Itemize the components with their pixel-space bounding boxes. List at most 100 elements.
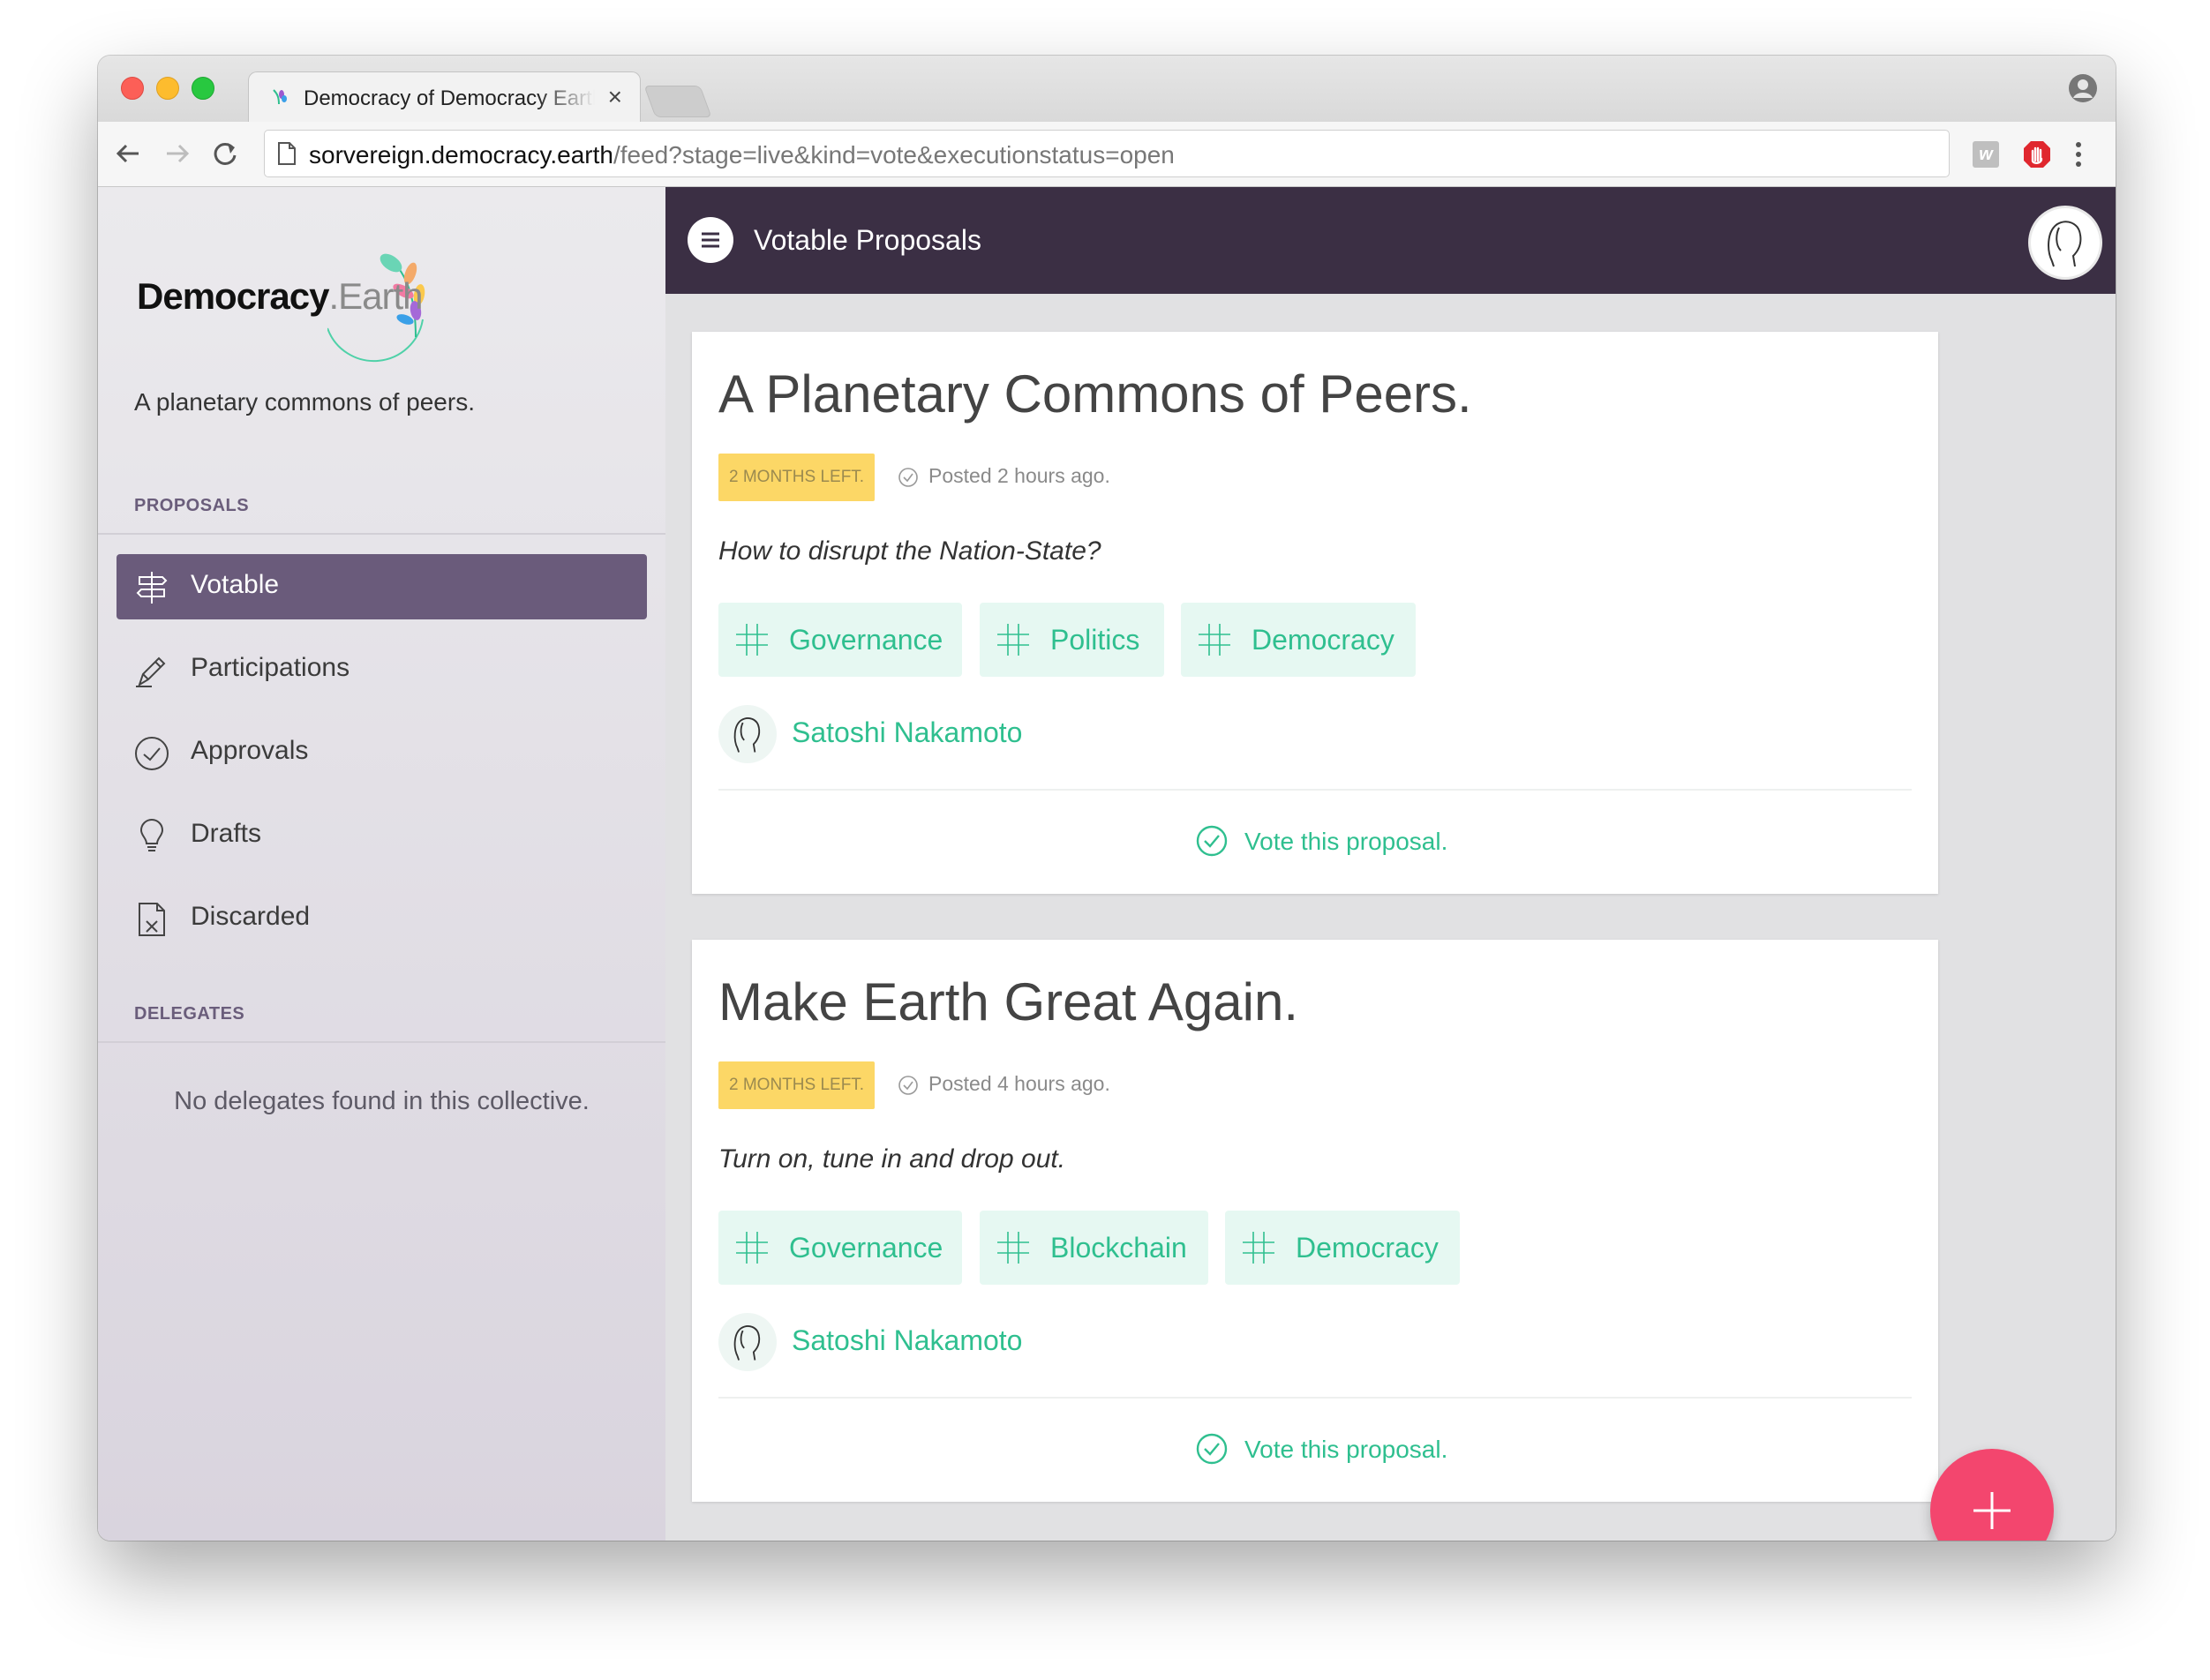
check-circle-icon: [1196, 1433, 1228, 1465]
sidebar-item-label: Drafts: [191, 819, 262, 848]
discarded-document-icon: [139, 903, 165, 936]
vote-label: Vote this proposal.: [1244, 828, 1448, 855]
signpost-icon: [136, 572, 168, 604]
time-left-badge: 2 MONTHS LEFT.: [718, 1061, 876, 1109]
proposal-description: Turn on, tune in and drop out.: [718, 1144, 1066, 1174]
sidebar-item-label: Approvals: [191, 736, 309, 765]
avatar-head-icon: [733, 1325, 761, 1361]
main-content: Votable Proposals A Planetary Commons of…: [665, 187, 2116, 1541]
tag-democracy[interactable]: Democracy: [1225, 1211, 1460, 1285]
tag-label: Democracy: [1252, 624, 1394, 656]
proposal-card[interactable]: A Planetary Commons of Peers. 2 MONTHS L…: [692, 332, 1938, 894]
hashtag-icon: [736, 1232, 768, 1264]
user-avatar[interactable]: [2031, 208, 2100, 277]
address-bar[interactable]: sorvereign.democracy.earth/feed?stage=li…: [264, 130, 1950, 177]
check-circle-icon: [1196, 825, 1228, 857]
sidebar-item-label: Participations: [191, 653, 350, 682]
logo-wordmark-bold: Democracy: [137, 275, 329, 317]
hashtag-icon: [1243, 1232, 1274, 1264]
tag-governance[interactable]: Governance: [718, 603, 962, 677]
more-menu-icon[interactable]: [2071, 139, 2086, 169]
posted-time: Posted 4 hours ago.: [928, 1072, 1110, 1095]
posted-time: Posted 2 hours ago.: [928, 464, 1110, 487]
hashtag-icon: [736, 624, 768, 656]
vote-label: Vote this proposal.: [1244, 1436, 1448, 1463]
zoom-window-button[interactable]: [192, 77, 214, 100]
time-left-badge: 2 MONTHS LEFT.: [718, 454, 876, 501]
sidebar-item-participations[interactable]: Participations: [117, 637, 647, 702]
democracy-earth-favicon-icon: [273, 89, 287, 105]
avatar-head-icon: [733, 717, 761, 753]
sidebar-item-label: Votable: [191, 570, 280, 599]
logo-wordmark[interactable]: Democracy.Earth: [137, 275, 424, 318]
proposal-description: How to disrupt the Nation-State?: [718, 536, 1101, 566]
sidebar-item-approvals[interactable]: Approvals: [117, 720, 647, 785]
url-domain: sorvereign.democracy.earth: [309, 141, 613, 169]
close-window-button[interactable]: [121, 77, 144, 100]
new-tab-button[interactable]: [643, 86, 712, 117]
tagline: A planetary commons of peers.: [134, 388, 475, 416]
check-circle-icon: [135, 737, 169, 770]
tag-label: Governance: [789, 624, 943, 656]
author-avatar[interactable]: [718, 705, 777, 763]
tab-strip: Democracy of Democracy Earth ×: [98, 56, 2116, 123]
sidebar-item-discarded[interactable]: Discarded: [117, 886, 647, 951]
stop-hand-extension-icon[interactable]: [2022, 139, 2052, 169]
sidebar: Democracy.Earth A planetary commons of p…: [98, 187, 665, 1541]
sidebar-item-label: Discarded: [191, 902, 311, 931]
delegates-section-label: DELEGATES: [134, 1004, 245, 1024]
menu-button[interactable]: [688, 217, 733, 263]
browser-window: Democracy of Democracy Earth × sorvereig…: [98, 56, 2116, 1541]
browser-toolbar: sorvereign.democracy.earth/feed?stage=li…: [98, 122, 2116, 187]
hashtag-icon: [997, 624, 1029, 656]
tag-label: Blockchain: [1050, 1232, 1187, 1264]
browser-tab[interactable]: Democracy of Democracy Earth ×: [248, 71, 641, 123]
extension-w-icon[interactable]: w: [1973, 141, 1999, 168]
plus-icon: [1973, 1492, 2011, 1529]
tab-close-icon[interactable]: ×: [608, 83, 622, 111]
tag-politics[interactable]: Politics: [980, 603, 1164, 677]
author-name[interactable]: Satoshi Nakamoto: [792, 1324, 1022, 1357]
hashtag-icon: [997, 1232, 1029, 1264]
tag-democracy[interactable]: Democracy: [1181, 603, 1416, 677]
add-proposal-button[interactable]: [1930, 1449, 2054, 1541]
author-avatar[interactable]: [718, 1313, 777, 1371]
page-viewport: Democracy.Earth A planetary commons of p…: [98, 187, 2116, 1541]
no-delegates-message: No delegates found in this collective.: [174, 1087, 590, 1115]
minimize-window-button[interactable]: [156, 77, 179, 100]
tag-label: Governance: [789, 1232, 943, 1264]
top-bar: Votable Proposals: [665, 187, 2116, 294]
logo-wordmark-light: .Earth: [328, 275, 423, 317]
section-divider: [98, 533, 665, 535]
hashtag-icon: [1199, 624, 1230, 656]
clock-check-icon: [898, 468, 918, 487]
page-title: Votable Proposals: [754, 224, 981, 256]
proposal-title[interactable]: A Planetary Commons of Peers.: [718, 364, 1472, 424]
sidebar-item-votable[interactable]: Votable: [117, 554, 647, 619]
tag-governance[interactable]: Governance: [718, 1211, 962, 1285]
url-text: sorvereign.democracy.earth/feed?stage=li…: [309, 141, 1175, 169]
back-arrow-icon[interactable]: [112, 138, 144, 169]
proposal-title[interactable]: Make Earth Great Again.: [718, 971, 1298, 1032]
url-path: /feed?stage=live&kind=vote&executionstat…: [613, 141, 1175, 169]
lightbulb-icon: [139, 819, 164, 851]
profile-icon[interactable]: [2068, 73, 2098, 103]
avatar-head-icon: [2048, 221, 2082, 267]
proposals-section-label: PROPOSALS: [134, 496, 250, 515]
card-divider: [718, 789, 1912, 791]
card-divider: [718, 1397, 1912, 1399]
section-divider: [98, 1041, 665, 1043]
author-name[interactable]: Satoshi Nakamoto: [792, 716, 1022, 749]
pen-icon: [136, 656, 166, 687]
tag-label: Democracy: [1296, 1232, 1439, 1264]
reload-icon[interactable]: [209, 138, 241, 169]
proposal-card[interactable]: Make Earth Great Again. 2 MONTHS LEFT. P…: [692, 940, 1938, 1502]
tab-title: Democracy of Democracy Earth: [304, 86, 595, 110]
sidebar-item-drafts[interactable]: Drafts: [117, 803, 647, 868]
tag-blockchain[interactable]: Blockchain: [980, 1211, 1208, 1285]
clock-check-icon: [898, 1076, 918, 1095]
hamburger-icon: [702, 232, 719, 248]
forward-arrow-icon[interactable]: [162, 138, 193, 169]
tag-label: Politics: [1050, 624, 1140, 656]
page-icon: [278, 142, 296, 165]
